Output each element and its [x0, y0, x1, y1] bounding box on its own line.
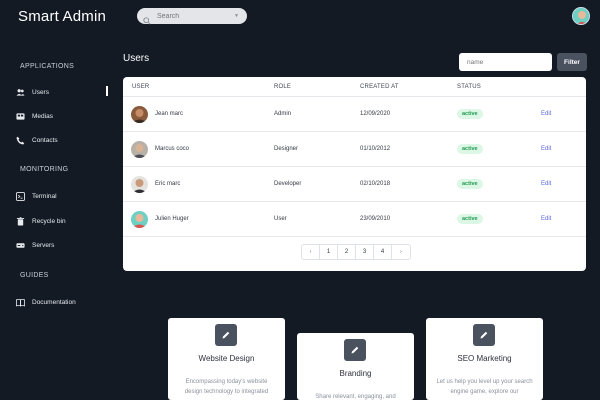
brand-title: Smart Admin: [18, 8, 107, 25]
sidebar-section-monitoring: MONITORING: [20, 166, 69, 173]
service-card-branding: Branding Share relevant, engaging, and: [297, 333, 414, 400]
card-title: Website Design: [198, 354, 255, 363]
pencil-icon: [473, 324, 495, 346]
service-card-website-design: Website Design Encompassing today's webs…: [168, 318, 285, 400]
sidebar-item-servers[interactable]: Servers: [16, 239, 110, 251]
search-icon: [143, 12, 151, 25]
user-name: Marcus coco: [155, 146, 190, 152]
card-title: Branding: [339, 369, 372, 378]
edit-link[interactable]: Edit: [541, 111, 551, 117]
user-avatar[interactable]: [572, 7, 590, 25]
sidebar-item-label: Medias: [32, 112, 53, 120]
sidebar-item-documentation[interactable]: Documentation: [16, 296, 110, 308]
page-3-button[interactable]: 3: [356, 245, 374, 259]
pagination: ‹ 1 2 3 4 ›: [301, 244, 411, 260]
user-created: 12/09/2020: [360, 111, 391, 117]
card-description: Let us help you level up your search eng…: [436, 379, 533, 395]
table-row: Marcus coco Designer 01/10/2012 active E…: [123, 132, 586, 167]
avatar: [131, 211, 148, 228]
edit-link[interactable]: Edit: [541, 146, 551, 152]
avatar: [131, 106, 148, 123]
user-name: Julien Huger: [155, 216, 189, 222]
card-description: Encompassing today's website design tech…: [184, 379, 269, 395]
column-header-created: CREATED AT: [360, 84, 399, 90]
edit-link[interactable]: Edit: [541, 216, 551, 222]
sidebar-section-applications: APPLICATIONS: [20, 63, 75, 70]
column-header-role: ROLE: [274, 84, 292, 90]
user-created: 02/10/2018: [360, 181, 391, 187]
table-row: Jean marc Admin 12/09/2020 active Edit: [123, 97, 586, 132]
sidebar-item-label: Users: [32, 88, 49, 96]
pencil-icon: [215, 324, 237, 346]
sidebar-item-label: Servers: [32, 241, 55, 249]
column-header-status: STATUS: [457, 84, 481, 90]
user-role: Admin: [274, 111, 292, 117]
status-badge: active: [457, 179, 483, 189]
avatar: [131, 141, 148, 158]
sidebar-section-guides: GUIDES: [20, 272, 49, 279]
card-description: Share relevant, engaging, and: [315, 394, 396, 400]
page-title: Users: [123, 53, 150, 64]
sidebar: APPLICATIONS Users Medias Contacts MONIT…: [0, 34, 112, 400]
media-icon: [16, 112, 25, 121]
user-role: User: [274, 216, 287, 222]
sidebar-item-medias[interactable]: Medias: [16, 110, 110, 122]
active-indicator: [106, 86, 108, 96]
user-created: 23/09/2010: [360, 216, 391, 222]
status-badge: active: [457, 214, 483, 224]
users-table: USER ROLE CREATED AT STATUS Jean marc Ad…: [123, 77, 586, 271]
sidebar-item-label: Terminal: [32, 192, 57, 200]
sidebar-item-contacts[interactable]: Contacts: [16, 134, 110, 146]
sidebar-item-label: Recycle bin: [32, 217, 66, 225]
sidebar-item-label: Documentation: [32, 298, 76, 306]
page-4-button[interactable]: 4: [374, 245, 392, 259]
page-1-button[interactable]: 1: [320, 245, 338, 259]
status-badge: active: [457, 144, 483, 154]
server-icon: [16, 241, 25, 250]
pencil-icon: [344, 339, 366, 361]
user-created: 01/10/2012: [360, 146, 391, 152]
sidebar-item-recycle-bin[interactable]: Recycle bin: [16, 215, 110, 227]
user-name: Eric marc: [155, 181, 181, 187]
terminal-icon: [16, 191, 25, 201]
table-header: USER ROLE CREATED AT STATUS: [123, 77, 586, 97]
service-card-seo-marketing: SEO Marketing Let us help you level up y…: [426, 318, 543, 400]
user-name: Jean marc: [155, 111, 184, 117]
edit-link[interactable]: Edit: [541, 181, 551, 187]
status-badge: active: [457, 109, 483, 119]
pagination-prev-button[interactable]: ‹: [302, 245, 320, 259]
avatar: [131, 176, 148, 193]
chevron-down-icon: ▼: [234, 13, 239, 19]
search-box[interactable]: ▼: [137, 8, 247, 25]
card-title: SEO Marketing: [457, 354, 512, 363]
trash-icon: [16, 216, 25, 226]
page-2-button[interactable]: 2: [338, 245, 356, 259]
search-input[interactable]: [157, 12, 227, 20]
user-role: Developer: [274, 181, 302, 187]
sidebar-item-terminal[interactable]: Terminal: [16, 190, 110, 202]
table-row: Eric marc Developer 02/10/2018 active Ed…: [123, 167, 586, 202]
column-header-user: USER: [132, 84, 150, 90]
book-icon: [16, 298, 25, 307]
pagination-next-button[interactable]: ›: [392, 245, 410, 259]
filter-button[interactable]: Filter: [557, 53, 587, 71]
sidebar-item-label: Contacts: [32, 136, 58, 144]
table-row: Julien Huger User 23/09/2010 active Edit: [123, 202, 586, 237]
phone-icon: [16, 136, 25, 145]
name-filter-input[interactable]: [459, 53, 552, 71]
user-role: Designer: [274, 146, 299, 152]
sidebar-item-users[interactable]: Users: [16, 86, 110, 98]
top-bar: Smart Admin ▼: [0, 0, 600, 34]
users-icon: [16, 88, 25, 97]
